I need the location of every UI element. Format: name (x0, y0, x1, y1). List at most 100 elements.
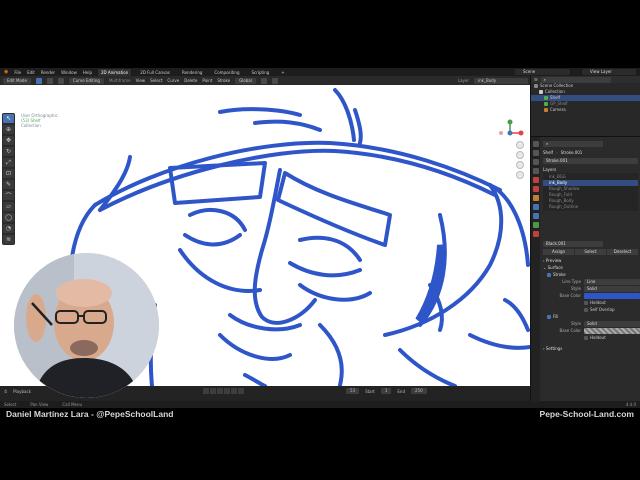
holdout-checkbox[interactable] (584, 301, 588, 305)
data-tab-icon[interactable] (532, 222, 539, 228)
grease-pencil-icon (544, 96, 548, 100)
object-tab-icon[interactable] (532, 195, 539, 201)
deselect-button[interactable]: Deselect (607, 249, 638, 255)
menu-file[interactable]: File (14, 70, 21, 75)
settings-section-header[interactable]: › Settings (541, 345, 640, 352)
bend-tool-icon[interactable]: ⌒ (3, 191, 14, 200)
base-color-label: Base Color (559, 293, 581, 298)
fill-style-dropdown[interactable]: Solid (584, 320, 640, 327)
jump-start-icon[interactable] (202, 388, 209, 394)
select-mode-stroke-icon[interactable] (46, 77, 53, 84)
world-tab-icon[interactable] (532, 186, 539, 192)
outliner-item-camera[interactable]: Camera (531, 107, 640, 113)
end-frame-field[interactable]: 250 (411, 388, 427, 394)
stroke-section-header[interactable]: Stroke (541, 271, 640, 278)
curve-editing-toggle[interactable]: Curve Editing (68, 77, 104, 84)
camera-view-icon[interactable] (516, 161, 524, 169)
ortho-toggle-icon[interactable] (516, 171, 524, 179)
menu-stroke[interactable]: Stroke (217, 78, 230, 83)
layer-item[interactable]: Rough_Outline (543, 204, 638, 210)
base-color-swatch[interactable] (584, 292, 640, 299)
cursor-tool-icon[interactable]: ⊕ (3, 125, 14, 134)
surface-section-header[interactable]: ⌄ Surface (541, 264, 640, 271)
menu-curve[interactable]: Curve (167, 78, 179, 83)
preview-section-header[interactable]: › Preview (541, 257, 640, 264)
timeline-editor-icon[interactable]: ⏱ (4, 389, 7, 394)
jump-end-icon[interactable] (237, 388, 244, 394)
playback-menu[interactable]: Playback (13, 389, 31, 394)
fill-checkbox[interactable] (547, 315, 551, 319)
select-mode-point-icon[interactable] (35, 77, 42, 84)
next-keyframe-icon[interactable] (230, 388, 237, 394)
zoom-icon[interactable] (516, 141, 524, 149)
prev-keyframe-icon[interactable] (209, 388, 216, 394)
shear-tool-icon[interactable]: ▱ (3, 202, 14, 211)
fill-holdout-checkbox[interactable] (584, 336, 588, 340)
annotate-tool-icon[interactable]: ✎ (3, 180, 14, 189)
current-frame-field[interactable]: 53 (345, 388, 360, 394)
assign-button[interactable]: Assign (543, 249, 574, 255)
move-tool-icon[interactable]: ✥ (3, 136, 14, 145)
properties-search-input[interactable]: ⌕ (543, 141, 603, 147)
layers-section-header[interactable]: Layers (541, 166, 640, 173)
style-row: Style Solid (541, 285, 640, 292)
fill-color-swatch[interactable] (584, 327, 640, 334)
tab-scripting[interactable]: Scripting (249, 69, 273, 76)
tab-2d-animation[interactable]: 2D Animation (97, 68, 132, 76)
menu-select[interactable]: Select (150, 78, 162, 83)
interpolate-tool-icon[interactable]: ≋ (3, 235, 14, 244)
style-dropdown[interactable]: Solid (584, 285, 640, 292)
menu-render[interactable]: Render (41, 70, 55, 75)
tool-tab-icon[interactable] (532, 141, 539, 147)
radius-tool-icon[interactable]: ◔ (3, 224, 14, 233)
play-icon[interactable] (223, 388, 230, 394)
rotate-tool-icon[interactable]: ↻ (3, 147, 14, 156)
scene-tab-icon[interactable] (532, 177, 539, 183)
blender-logo-icon[interactable]: ◉ (4, 69, 8, 75)
scene-selector[interactable]: Scene (515, 69, 570, 75)
add-workspace-button[interactable]: + (278, 69, 287, 76)
proportional-edit-icon[interactable] (271, 77, 278, 84)
select-mode-segment-icon[interactable] (57, 77, 64, 84)
self-overlap-checkbox[interactable] (584, 308, 588, 312)
menu-help[interactable]: Help (83, 70, 92, 75)
view-layer-selector[interactable]: View Layer (582, 69, 636, 75)
play-reverse-icon[interactable] (216, 388, 223, 394)
outliner-editor-icon[interactable]: ☰ (534, 77, 538, 82)
select-tool-icon[interactable]: ↖ (3, 114, 14, 123)
snap-icon[interactable] (260, 77, 267, 84)
active-layer-field[interactable]: ink_Body (474, 77, 528, 84)
menu-point[interactable]: Point (202, 78, 212, 83)
multiframe-toggle[interactable]: Multiframe (109, 78, 131, 83)
mode-dropdown[interactable]: Edit Mode (3, 77, 31, 84)
gp-data-field[interactable]: Stroke.001 (543, 158, 638, 164)
select-button[interactable]: Select (575, 249, 606, 255)
view-layer-tab-icon[interactable] (532, 168, 539, 174)
pan-icon[interactable] (516, 151, 524, 159)
transform-tool-icon[interactable]: ⊡ (3, 169, 14, 178)
outliner-search-input[interactable]: ⌕ (540, 76, 611, 83)
modifier-tab-icon[interactable] (532, 204, 539, 210)
tab-2d-full-canvas[interactable]: 2D Full Canvas (137, 69, 173, 76)
menu-delete[interactable]: Delete (184, 78, 197, 83)
menu-window[interactable]: Window (61, 70, 77, 75)
presenter-image (14, 253, 159, 398)
orientation-dropdown[interactable]: Global (235, 77, 256, 84)
playback-controls (202, 388, 244, 394)
tab-rendering[interactable]: Rendering (179, 69, 205, 76)
render-tab-icon[interactable] (532, 150, 539, 156)
material-slot-field[interactable]: Black.001 (543, 241, 603, 247)
start-frame-field[interactable]: 1 (380, 388, 392, 394)
line-type-dropdown[interactable]: Line (584, 278, 640, 285)
menu-view[interactable]: View (136, 78, 146, 83)
material-tab-icon[interactable] (532, 231, 539, 237)
to-sphere-tool-icon[interactable]: ◯ (3, 213, 14, 222)
stroke-checkbox[interactable] (547, 273, 551, 277)
fill-section-header[interactable]: Fill (541, 313, 640, 320)
tab-compositing[interactable]: Compositing (211, 69, 242, 76)
menu-edit[interactable]: Edit (27, 70, 35, 75)
line-type-label: Line Type (562, 279, 581, 284)
effects-tab-icon[interactable] (532, 213, 539, 219)
output-tab-icon[interactable] (532, 159, 539, 165)
scale-tool-icon[interactable]: ⤢ (3, 158, 14, 167)
